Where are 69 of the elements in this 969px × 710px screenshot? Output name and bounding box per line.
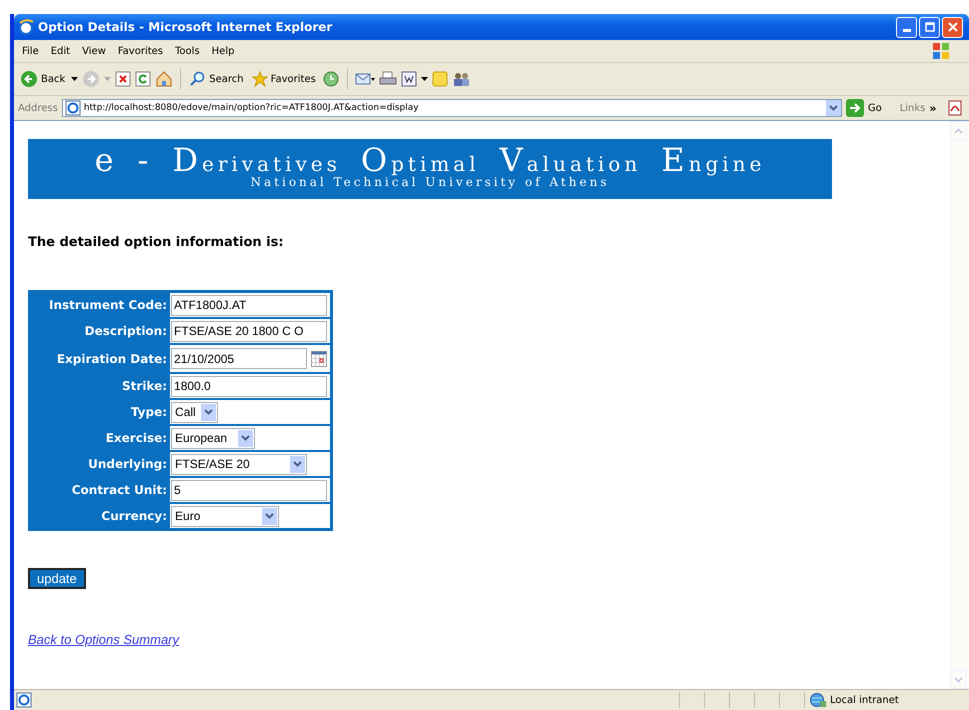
input-field[interactable]: FTSE/ASE 20 1800 C O: [171, 320, 328, 342]
history-icon[interactable]: [322, 70, 340, 88]
window-title: Option Details - Microsoft Internet Explorer: [38, 20, 332, 34]
more-links-button[interactable]: »: [929, 102, 937, 114]
calendar-icon[interactable]: [311, 350, 328, 366]
dropdown[interactable]: Euro: [171, 506, 280, 526]
chevron-down-icon: [204, 409, 214, 415]
dropdown[interactable]: European: [171, 428, 256, 448]
chevron-down-icon: [828, 105, 838, 111]
caret-icon[interactable]: [71, 77, 78, 81]
minimize-button[interactable]: [896, 16, 917, 38]
favorites-button[interactable]: Favorites: [250, 71, 318, 87]
stop-icon[interactable]: [115, 71, 132, 87]
dropdown-button[interactable]: [826, 100, 841, 116]
globe-icon: [809, 692, 827, 708]
field-label: Exercise:: [104, 430, 168, 447]
mail-icon[interactable]: [354, 71, 375, 87]
back-link[interactable]: Back to Options Summary: [28, 632, 179, 647]
home-icon[interactable]: [155, 70, 174, 88]
input-field[interactable]: 5: [171, 480, 328, 500]
field-label: Type:: [130, 404, 168, 421]
star-icon: [252, 71, 268, 87]
banner-subtitle: National Technical University of Athens: [250, 175, 610, 189]
menu-item[interactable]: Edit: [44, 46, 76, 56]
refresh-icon[interactable]: [135, 71, 152, 87]
input-field[interactable]: ATF1800J.AT: [171, 294, 328, 316]
dropdown[interactable]: Call: [171, 402, 218, 422]
search-button[interactable]: Search: [188, 71, 246, 87]
page-icon: [64, 100, 81, 116]
chevron-down-icon: [241, 435, 250, 441]
maximize-button[interactable]: [919, 16, 940, 38]
dropdown[interactable]: FTSE/ASE 20: [171, 454, 308, 474]
document-icon[interactable]: [400, 71, 417, 87]
links-label[interactable]: Links: [900, 102, 926, 114]
field-label: Expiration Date:: [56, 350, 168, 368]
close-icon: [948, 22, 958, 32]
field-label: Description:: [84, 323, 168, 340]
zone-label: Local intranet: [830, 694, 899, 706]
menu-item[interactable]: Help: [206, 46, 240, 56]
caret-icon[interactable]: [420, 77, 428, 81]
chevron-down-icon: [293, 461, 302, 467]
field-label: Currency:: [100, 508, 168, 525]
maximize-icon: [924, 22, 934, 32]
menu-item[interactable]: Favorites: [112, 46, 170, 56]
page-heading: The detailed option information is:: [28, 235, 284, 250]
date-field[interactable]: 21/10/2005: [171, 348, 308, 369]
back-button[interactable]: Back: [18, 70, 68, 88]
page-status-icon: [16, 692, 32, 708]
windows-logo-icon: [931, 41, 951, 61]
minimize-icon: [902, 28, 910, 32]
field-label: Contract Unit:: [70, 482, 168, 499]
input-field[interactable]: 1800.0: [171, 376, 328, 396]
chevron-down-icon: [265, 513, 274, 519]
address-field[interactable]: http://localhost:8080/edove/main/option?ric=ATF1800J.AT&action=display: [62, 99, 842, 117]
update-button[interactable]: update: [28, 568, 86, 589]
address-label: Address: [18, 102, 58, 114]
go-button[interactable]: Go: [846, 99, 888, 117]
field-label: Instrument Code:: [48, 297, 168, 314]
menu-item[interactable]: Tools: [169, 46, 206, 56]
field-label: Underlying:: [87, 456, 168, 473]
printer-icon[interactable]: [378, 71, 397, 87]
people-icon[interactable]: [452, 71, 470, 87]
menu-item[interactable]: File: [16, 46, 45, 56]
arrow-right-icon: [846, 99, 864, 117]
close-button[interactable]: [942, 16, 963, 38]
search-icon: [190, 71, 206, 87]
menu-item[interactable]: View: [76, 46, 112, 56]
field-label: Strike:: [121, 378, 168, 395]
browser-icon: [18, 19, 34, 35]
